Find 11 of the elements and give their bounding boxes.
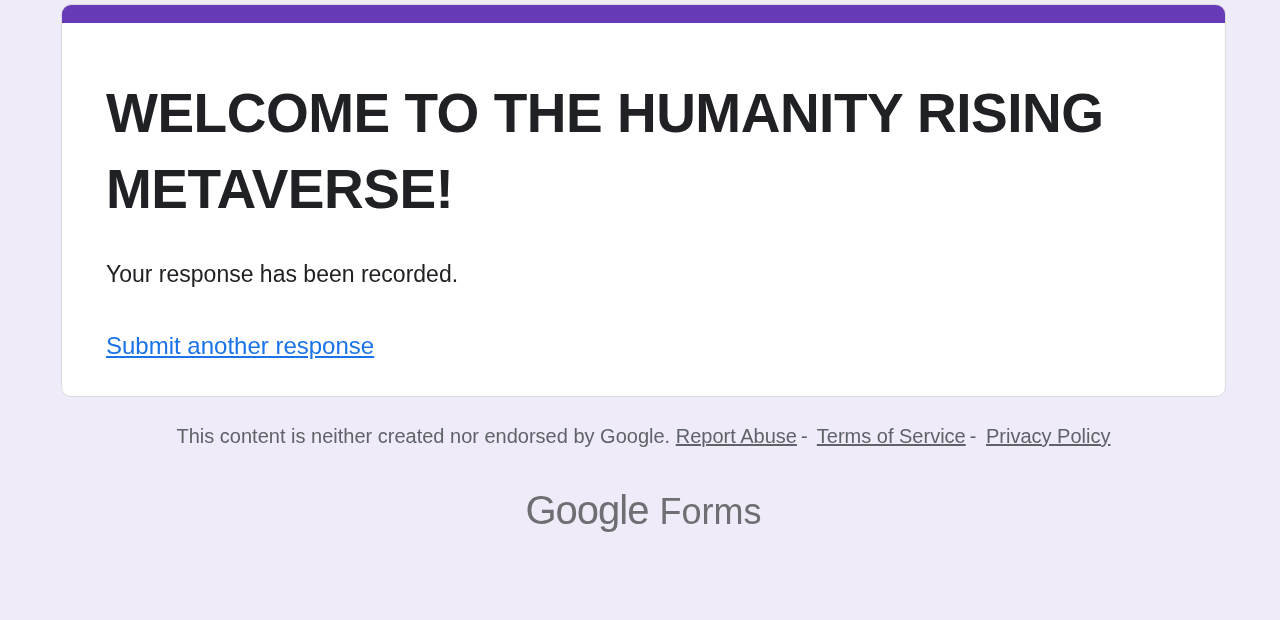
logo-brand-text: Google bbox=[525, 488, 649, 532]
submit-another-link[interactable]: Submit another response bbox=[106, 332, 375, 359]
disclaimer-text: This content is neither created nor endorsed by Google. bbox=[176, 425, 671, 447]
footer-link[interactable]: Privacy Policy bbox=[985, 425, 1111, 447]
confirmation-message: Your response has been recorded. bbox=[106, 261, 460, 288]
separator-text: - bbox=[969, 425, 977, 447]
logo-product-text: Forms bbox=[659, 491, 762, 532]
footer-link[interactable]: Report Abuse bbox=[675, 425, 797, 447]
footer-link[interactable]: Terms of Service bbox=[816, 425, 966, 447]
separator-text: - bbox=[800, 425, 808, 447]
form-title: WELCOME TO THE HUMANITY RISING METAVERSE! bbox=[106, 81, 1105, 222]
